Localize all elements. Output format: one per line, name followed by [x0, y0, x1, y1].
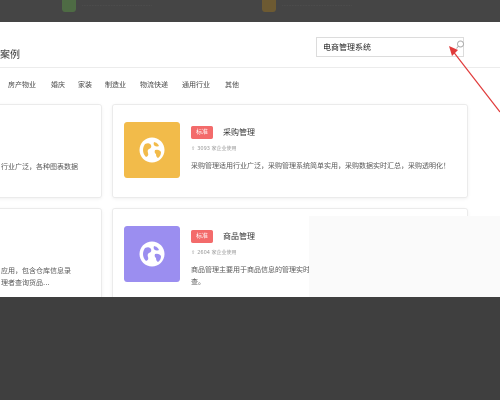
tab-category[interactable]: 婚庆: [51, 80, 65, 90]
upload-icon: ⇪: [191, 146, 196, 152]
tab-category[interactable]: 物流快递: [140, 80, 168, 90]
overlay-patch: [309, 216, 500, 297]
card-description: 应用，包含仓库信息录: [1, 267, 71, 275]
status-badge: 标准: [191, 230, 214, 243]
card-icon-tile: [124, 226, 180, 282]
card-title[interactable]: 采购管理: [223, 127, 255, 138]
strip-text: ········································…: [82, 3, 152, 9]
product-card[interactable]: 标准 采购管理 ⇪ 3093 家企业使用 采购管理适用行业广泛，采购管理系统简单实…: [112, 104, 468, 198]
tab-category[interactable]: 通用行业: [182, 80, 210, 90]
product-card-partial[interactable]: 应用，包含仓库信息录 理者查询货品...: [0, 208, 102, 297]
card-title[interactable]: 商品管理: [223, 231, 255, 242]
main-panel: 案例 电商管理系统 房产物业 婚庆 家装 制造业 物流快递 通用行业 其他 行业…: [0, 22, 500, 297]
app-icon: [262, 0, 276, 12]
divider: [0, 67, 500, 68]
tab-category[interactable]: 家装: [78, 80, 92, 90]
search-value: 电商管理系统: [323, 43, 371, 52]
strip-text: ········································…: [282, 3, 352, 9]
search-icon[interactable]: [455, 40, 465, 50]
tab-category[interactable]: 房产物业: [8, 80, 36, 90]
tab-category[interactable]: 其他: [225, 80, 239, 90]
search-input[interactable]: 电商管理系统: [316, 37, 464, 57]
card-description: 商品管理主要用于商品信息的管理实时可查。: [191, 266, 317, 286]
card-description: 理者查询货品...: [1, 279, 50, 287]
status-badge: 标准: [191, 126, 214, 139]
usage-count-text: 3093 家企业使用: [197, 146, 237, 152]
background-strip: ········································…: [0, 0, 500, 22]
tab-category[interactable]: 制造业: [105, 80, 126, 90]
globe-icon: [139, 137, 165, 163]
app-icon: [62, 0, 76, 12]
usage-count: ⇪ 3093 家企业使用: [191, 145, 237, 152]
usage-count-text: 2604 家企业使用: [197, 250, 237, 256]
upload-icon: ⇪: [191, 250, 196, 256]
product-card-partial[interactable]: 行业广泛，各种图表数据: [0, 104, 102, 198]
card-icon-tile: [124, 122, 180, 178]
page-title: 案例: [0, 50, 20, 61]
card-description: 采购管理适用行业广泛，采购管理系统简单实用，采购数据实时汇总，采购透明化！: [191, 162, 450, 170]
card-description: 行业广泛，各种图表数据: [1, 163, 78, 171]
globe-icon: [139, 241, 165, 267]
usage-count: ⇪ 2604 家企业使用: [191, 249, 237, 256]
